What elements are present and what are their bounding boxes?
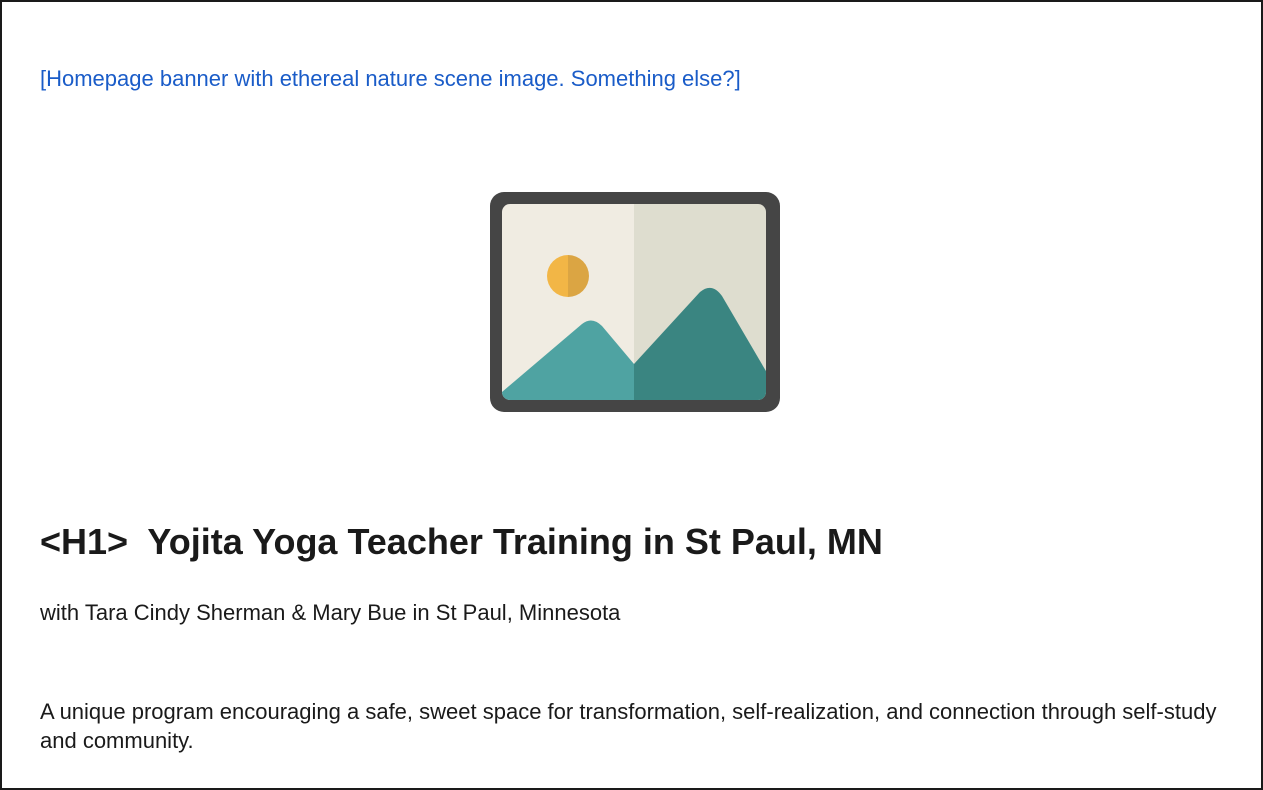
image-placeholder-icon	[490, 192, 780, 412]
page-frame: [Homepage banner with ethereal nature sc…	[0, 0, 1263, 790]
intro-paragraph: A unique program encouraging a safe, swe…	[40, 699, 1217, 753]
page-title: <H1> Yojita Yoga Teacher Training in St …	[40, 521, 883, 562]
page-subtitle: with Tara Cindy Sherman & Mary Bue in St…	[40, 600, 621, 625]
banner-note: [Homepage banner with ethereal nature sc…	[40, 66, 741, 91]
banner-image-placeholder	[490, 192, 780, 412]
